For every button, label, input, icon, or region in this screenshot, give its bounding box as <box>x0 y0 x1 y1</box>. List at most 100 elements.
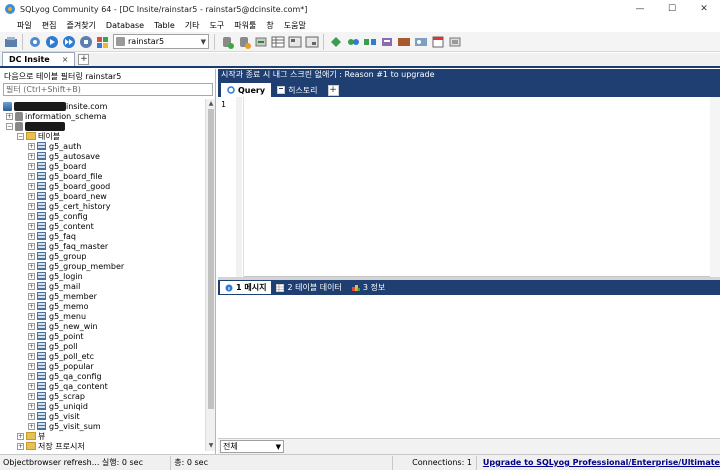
results-filter-select[interactable]: 전체 ▼ <box>220 440 284 453</box>
alter-database-icon[interactable] <box>236 34 251 49</box>
expand-icon[interactable]: + <box>28 192 35 200</box>
tree-table-item[interactable]: + g5_scrap <box>28 391 85 401</box>
menu-help[interactable]: 도움말 <box>279 20 311 31</box>
tree-db-rainstar5[interactable]: − <box>6 121 65 131</box>
tree-db-information-schema[interactable]: + information_schema <box>6 111 106 121</box>
expand-icon[interactable]: + <box>6 112 13 120</box>
expand-icon[interactable]: + <box>28 272 35 280</box>
maximize-button[interactable]: ☐ <box>656 0 688 18</box>
close-tab-icon[interactable]: × <box>62 55 69 64</box>
tree-table-item[interactable]: + g5_mail <box>28 281 80 291</box>
notification-icon[interactable] <box>396 34 411 49</box>
menu-window[interactable]: 창 <box>261 20 278 31</box>
upgrade-link[interactable]: Upgrade to SQLyog Professional/Enterpris… <box>477 458 720 467</box>
tab-query[interactable]: Query <box>221 83 272 97</box>
tree-table-item[interactable]: + g5_memo <box>28 301 89 311</box>
tree-table-item[interactable]: + g5_group <box>28 251 86 261</box>
menu-table[interactable]: Table <box>149 21 180 30</box>
user-manager-icon[interactable] <box>413 34 428 49</box>
execute-query-icon[interactable] <box>44 34 59 49</box>
tree-table-item[interactable]: + g5_menu <box>28 311 86 321</box>
editor-scrollbar[interactable] <box>710 97 720 277</box>
scroll-thumb[interactable] <box>208 109 214 409</box>
expand-icon[interactable]: + <box>28 282 35 290</box>
expand-icon[interactable]: + <box>28 372 35 380</box>
expand-icon[interactable]: + <box>28 182 35 190</box>
tree-table-item[interactable]: + g5_board <box>28 161 86 171</box>
tree-table-item[interactable]: + g5_visit_sum <box>28 421 101 431</box>
minimize-button[interactable]: — <box>624 0 656 18</box>
tree-server-node[interactable]: insite.com <box>3 101 107 111</box>
tree-table-item[interactable]: + g5_faq_master <box>28 241 108 251</box>
expand-icon[interactable]: + <box>28 172 35 180</box>
tab-info[interactable]: 3 정보 <box>347 281 390 294</box>
expand-icon[interactable]: + <box>28 142 35 150</box>
tree-scrollbar[interactable]: ▲ ▼ <box>205 99 215 451</box>
tree-table-item[interactable]: + g5_visit <box>28 411 80 421</box>
expand-icon[interactable]: + <box>28 222 35 230</box>
backup-icon[interactable] <box>253 34 268 49</box>
expand-icon[interactable]: + <box>28 262 35 270</box>
tree-folder-tables[interactable]: − 테이블 <box>17 131 60 141</box>
tree-table-item[interactable]: + g5_uniqid <box>28 401 88 411</box>
table-data-icon[interactable] <box>270 34 285 49</box>
query-builder-icon[interactable] <box>304 34 319 49</box>
menu-tools[interactable]: 도구 <box>205 20 230 31</box>
close-button[interactable]: ✕ <box>688 0 720 18</box>
refresh-icon[interactable] <box>95 34 110 49</box>
connect-icon[interactable] <box>27 34 42 49</box>
expand-icon[interactable]: + <box>28 362 35 370</box>
results-area[interactable] <box>218 295 720 438</box>
expand-icon[interactable]: + <box>28 392 35 400</box>
add-query-tab-button[interactable]: + <box>327 85 339 96</box>
database-selector[interactable]: rainstar5 ▼ <box>113 34 209 49</box>
tab-table-data[interactable]: 2 테이블 데이터 <box>271 281 346 294</box>
expand-icon[interactable]: + <box>28 302 35 310</box>
tree-table-item[interactable]: + g5_faq <box>28 231 76 241</box>
scroll-down-icon[interactable]: ▼ <box>207 442 215 450</box>
create-database-icon[interactable] <box>219 34 234 49</box>
tree-table-item[interactable]: + g5_board_file <box>28 171 102 181</box>
scheduler-icon[interactable] <box>379 34 394 49</box>
expand-icon[interactable]: + <box>28 322 35 330</box>
expand-icon[interactable]: + <box>17 432 24 440</box>
expand-icon[interactable]: + <box>28 422 35 430</box>
tree-table-item[interactable]: + g5_point <box>28 331 84 341</box>
tree-table-item[interactable]: + g5_board_new <box>28 191 107 201</box>
expand-icon[interactable]: + <box>28 382 35 390</box>
tree-table-item[interactable]: + g5_poll_etc <box>28 351 94 361</box>
expand-icon[interactable]: + <box>28 412 35 420</box>
table-filter-input[interactable]: 필터 (Ctrl+Shift+B) <box>3 83 213 96</box>
tree-table-item[interactable]: + g5_popular <box>28 361 94 371</box>
tree-folder-procedures[interactable]: + 저장 프로시저 <box>17 441 85 451</box>
expand-icon[interactable]: + <box>28 212 35 220</box>
sync-icon[interactable] <box>345 34 360 49</box>
tab-messages[interactable]: 1 메시지 <box>220 281 272 294</box>
menu-powertools[interactable]: 파워툴 <box>229 20 261 31</box>
menu-file[interactable]: 파일 <box>12 20 37 31</box>
stop-icon[interactable] <box>78 34 93 49</box>
menu-others[interactable]: 기타 <box>180 20 205 31</box>
copy-database-icon[interactable] <box>362 34 377 49</box>
tree-table-item[interactable]: + g5_qa_content <box>28 381 108 391</box>
tab-history[interactable]: 히스토리 <box>271 83 323 97</box>
options-icon[interactable] <box>447 34 462 49</box>
tree-table-item[interactable]: + g5_auth <box>28 141 81 151</box>
expand-icon[interactable]: + <box>28 232 35 240</box>
tree-table-item[interactable]: + g5_content <box>28 221 94 231</box>
expand-icon[interactable]: + <box>28 352 35 360</box>
expand-icon[interactable]: + <box>17 442 24 450</box>
tree-folder-views[interactable]: + 뷰 <box>17 431 45 441</box>
expand-icon[interactable]: + <box>28 312 35 320</box>
scroll-up-icon[interactable]: ▲ <box>207 100 215 108</box>
add-connection-tab-button[interactable]: + <box>78 54 90 65</box>
expand-icon[interactable]: + <box>28 202 35 210</box>
menu-edit[interactable]: 편집 <box>37 20 62 31</box>
tree-table-item[interactable]: + g5_new_win <box>28 321 98 331</box>
tree-table-item[interactable]: + g5_config <box>28 211 88 221</box>
new-connection-icon[interactable] <box>3 34 18 49</box>
tree-table-item[interactable]: + g5_poll <box>28 341 78 351</box>
expand-icon[interactable]: + <box>28 402 35 410</box>
sql-editor[interactable]: 1 <box>218 97 720 277</box>
tree-table-item[interactable]: + g5_cert_history <box>28 201 110 211</box>
